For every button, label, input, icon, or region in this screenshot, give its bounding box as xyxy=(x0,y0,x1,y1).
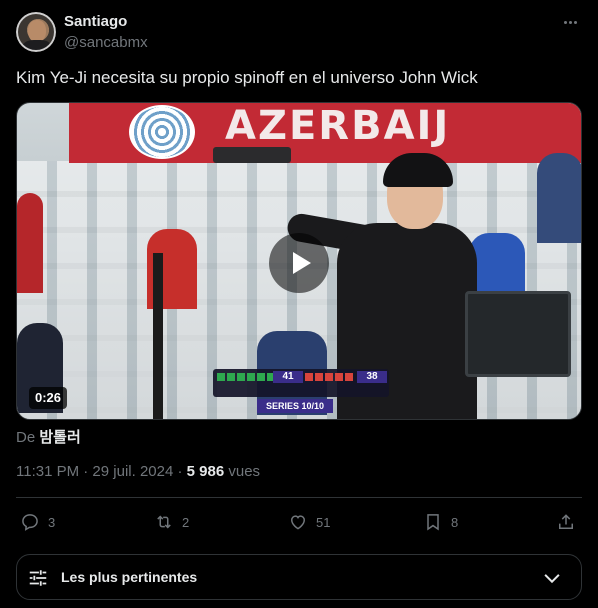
pistol xyxy=(213,147,291,163)
spectator-right xyxy=(537,153,581,243)
video-duration: 0:26 xyxy=(29,387,68,409)
video-source: De 밤톨러 xyxy=(16,426,81,447)
scoreboard: 41 38 xyxy=(213,369,389,397)
reply-count: 3 xyxy=(48,514,56,530)
timestamp[interactable]: 11:31 PM · 29 juil. 2024 · xyxy=(16,463,187,480)
reply-icon xyxy=(22,514,38,531)
source-name[interactable]: 밤톨러 xyxy=(39,429,80,446)
score-left: 41 xyxy=(273,371,303,383)
source-prefix: De xyxy=(16,429,36,446)
share-icon xyxy=(559,514,573,529)
share-button[interactable] xyxy=(556,502,576,542)
views-label: vues xyxy=(224,463,261,480)
scoreboard-shots-right xyxy=(305,373,355,381)
author-name[interactable]: Santiago xyxy=(64,13,127,30)
avatar[interactable] xyxy=(16,12,56,52)
reply-button[interactable]: 3 xyxy=(20,502,55,542)
heart-icon xyxy=(290,515,306,530)
video-player[interactable]: AZERBAIJ 41 38 SERIES 10/10 0:26 xyxy=(16,102,582,420)
shooter-cap xyxy=(383,153,453,187)
spectator-left xyxy=(17,193,43,293)
like-button[interactable]: 51 xyxy=(288,502,330,542)
avatar-ring xyxy=(16,12,56,52)
reply-sort-selector[interactable]: Les plus pertinentes xyxy=(16,554,582,600)
play-button[interactable] xyxy=(269,233,329,293)
sliders-icon xyxy=(29,570,47,586)
repost-button[interactable]: 2 xyxy=(154,502,189,542)
bookmark-count: 8 xyxy=(451,514,459,530)
stand-pole xyxy=(153,253,163,419)
like-count: 51 xyxy=(316,514,331,530)
bookmark-icon xyxy=(427,514,439,531)
score-right: 38 xyxy=(357,371,387,383)
target-logo-icon xyxy=(129,105,195,159)
divider xyxy=(16,497,582,498)
author-handle[interactable]: @sancabmx xyxy=(64,34,148,51)
tweet-card: Santiago @sancabmx Kim Ye-Ji necesita su… xyxy=(0,0,598,608)
banner-text: AZERBAIJ xyxy=(225,103,451,149)
more-options-icon[interactable] xyxy=(558,10,582,34)
series-label: SERIES 10/10 xyxy=(257,399,333,413)
tweet-text: Kim Ye-Ji necesita su propio spinoff en … xyxy=(16,68,478,87)
tweet-meta: 11:31 PM · 29 juil. 2024 · 5 986 vues xyxy=(16,463,260,480)
views-count: 5 986 xyxy=(186,463,225,480)
score-monitor xyxy=(465,291,571,377)
sort-label: Les plus pertinentes xyxy=(61,569,198,585)
bookmark-button[interactable]: 8 xyxy=(423,502,458,542)
repost-icon xyxy=(157,515,171,529)
action-bar: 3 2 51 8 xyxy=(0,502,598,542)
spectator-blue xyxy=(469,233,525,293)
chevron-down-icon xyxy=(544,574,560,584)
repost-count: 2 xyxy=(182,514,190,530)
